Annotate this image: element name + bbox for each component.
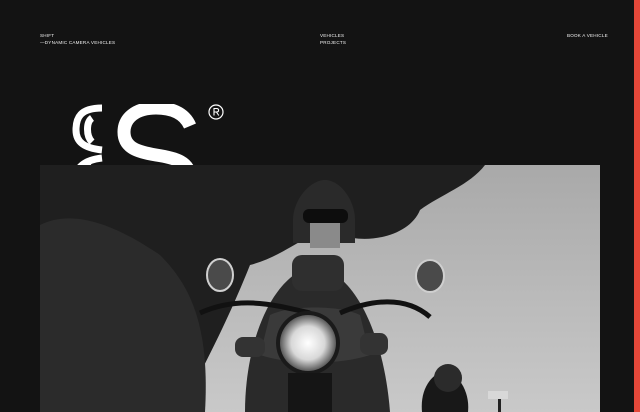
brand-name: SHIFT [40,33,55,38]
hero-image [40,165,600,412]
nav-item-vehicles[interactable]: VEHICLES [320,32,346,39]
brand[interactable]: SHIFT —DYNAMIC CAMERA VEHICLES [40,32,115,46]
scrollbar[interactable] [634,0,640,412]
registered-mark-icon [208,104,224,120]
main-nav: VEHICLES PROJECTS [320,32,346,46]
page: SHIFT —DYNAMIC CAMERA VEHICLES VEHICLES … [0,0,634,412]
book-vehicle-link[interactable]: BOOK A VEHICLE [567,32,608,39]
nav-item-projects[interactable]: PROJECTS [320,39,346,46]
brand-tagline: —DYNAMIC CAMERA VEHICLES [40,40,116,45]
